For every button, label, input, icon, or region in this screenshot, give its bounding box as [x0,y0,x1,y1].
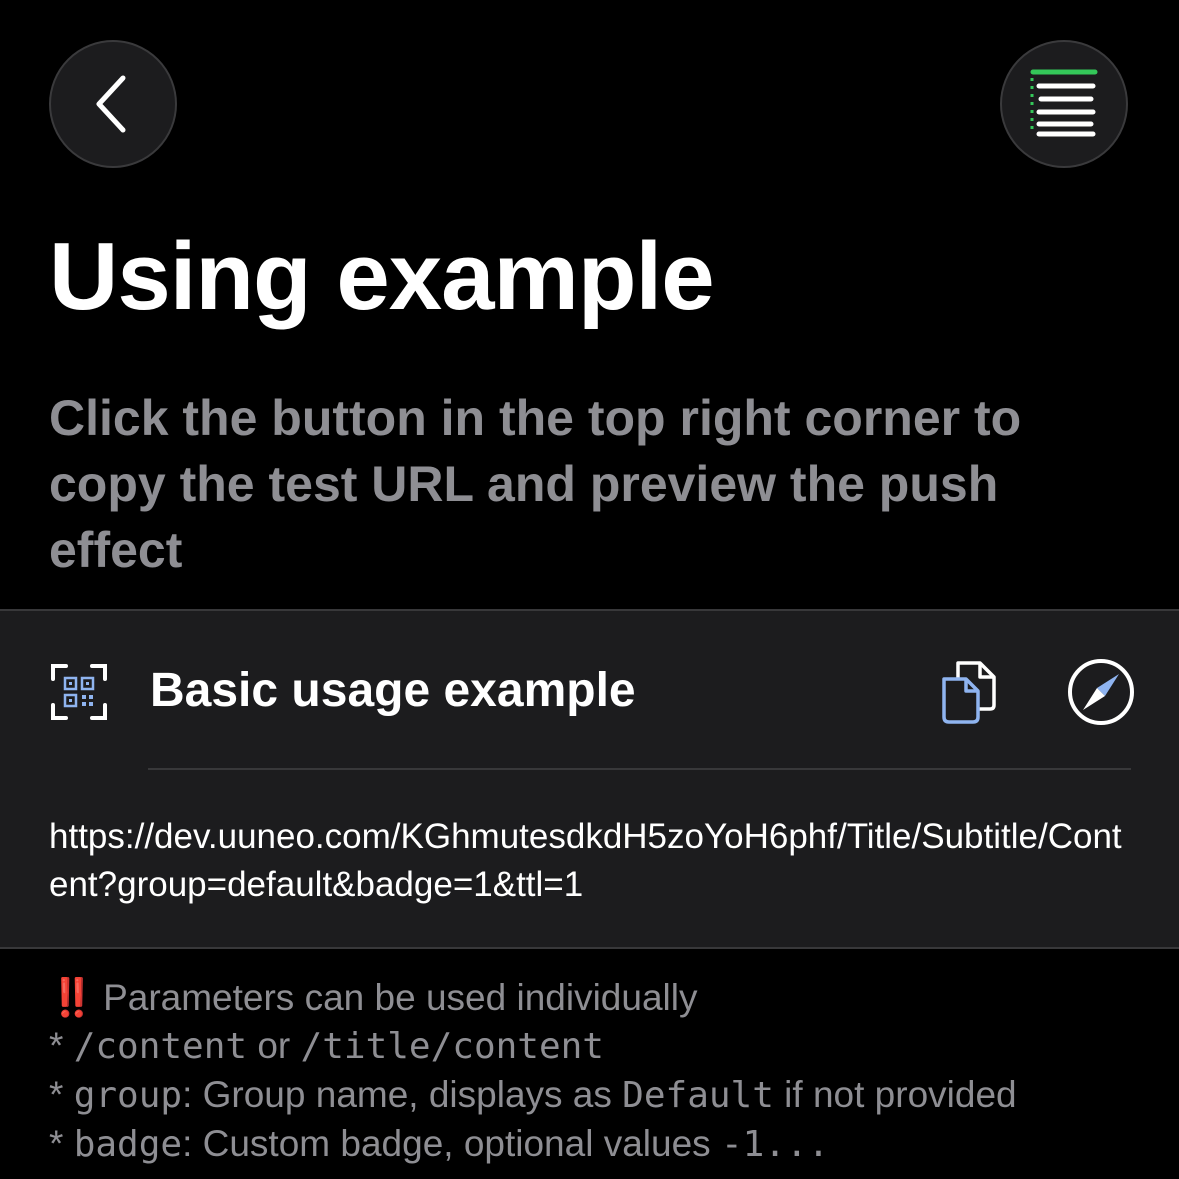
code-text: badge [73,1124,183,1165]
copy-icon[interactable] [940,659,998,725]
notes-intro-line: ‼️ Parameters can be used individually [49,974,1169,1022]
card-divider [148,768,1131,770]
test-url[interactable]: https://dev.uuneo.com/KGhmutesdkdH5zoYoH… [49,813,1139,909]
bullet: * [49,1074,74,1115]
code-text: /title/content [300,1026,604,1067]
chevron-left-icon [96,75,126,133]
note-line: * /content or /title/content [49,1022,1169,1071]
qr-scan-icon[interactable] [50,663,108,721]
parameter-notes: ‼️ Parameters can be used individually * … [49,974,1169,1169]
example-card: Basic usage example https://dev.uuneo.co… [0,609,1179,949]
bullet: * [49,1025,74,1066]
note-text: : Group name, displays as [182,1074,623,1115]
back-button[interactable] [49,40,177,168]
card-title: Basic usage example [150,664,636,717]
note-text: or [247,1025,301,1066]
note-line: * badge: Custom badge, optional values -… [49,1120,1169,1169]
note-text: if not provided [773,1074,1017,1115]
bullet: * [49,1123,74,1164]
list-icon [1030,69,1098,137]
code-text: Default [622,1075,774,1116]
code-text: group [73,1075,183,1116]
menu-button[interactable] [1000,40,1128,168]
code-text: -1... [720,1124,830,1165]
page-title: Using example [49,223,715,330]
notes-intro: Parameters can be used individually [103,977,698,1018]
page-description: Click the button in the top right corner… [49,390,1022,578]
note-text: : Custom badge, optional values [182,1123,721,1164]
note-line: * group: Group name, displays as Default… [49,1071,1169,1120]
warning-icon: ‼️ [49,977,95,1018]
compass-icon[interactable] [1066,657,1136,727]
code-text: /content [73,1026,248,1067]
